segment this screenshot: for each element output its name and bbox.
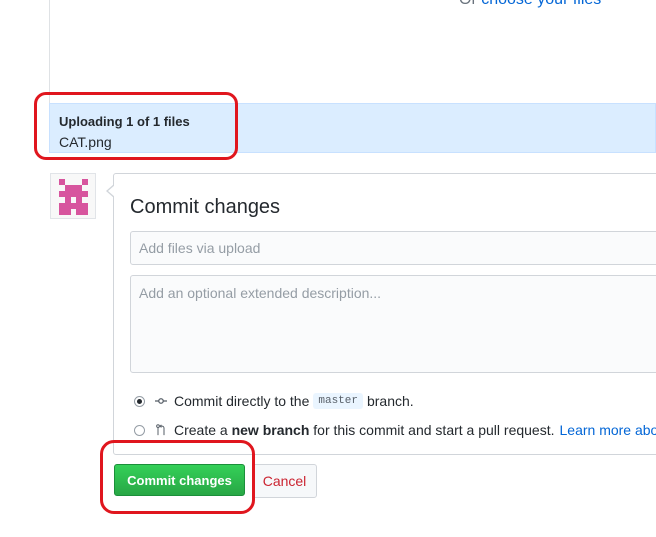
commit-form-title: Commit changes bbox=[130, 196, 281, 218]
commit-direct-prefix: Commit directly to the bbox=[174, 393, 310, 409]
choose-files-line: Or choose your files bbox=[459, 0, 601, 9]
commit-form: Commit changes Commit directly to the ma… bbox=[106, 173, 656, 455]
annotation-commit-highlight bbox=[100, 440, 255, 514]
cancel-button[interactable]: Cancel bbox=[252, 464, 317, 498]
commit-description-input[interactable] bbox=[130, 275, 656, 373]
file-drop-area[interactable] bbox=[49, 0, 656, 103]
new-branch-bold: new branch bbox=[231, 422, 310, 438]
learn-more-link[interactable]: Learn more abo bbox=[560, 422, 656, 438]
or-text: Or bbox=[459, 0, 477, 8]
avatar bbox=[50, 173, 96, 219]
commit-direct-option[interactable]: Commit directly to the master branch. bbox=[134, 393, 414, 409]
new-branch-option[interactable]: Create a new branch for this commit and … bbox=[134, 422, 656, 438]
new-branch-suffix: for this commit and start a pull request… bbox=[313, 422, 555, 438]
new-branch-prefix: Create a bbox=[174, 422, 228, 438]
branch-name: master bbox=[313, 393, 363, 409]
commit-direct-radio[interactable] bbox=[134, 395, 145, 407]
new-branch-radio[interactable] bbox=[134, 424, 145, 436]
commit-direct-suffix: branch. bbox=[366, 393, 414, 409]
git-commit-icon bbox=[155, 398, 167, 404]
choose-files-link[interactable]: choose your files bbox=[481, 0, 601, 8]
annotation-upload-highlight bbox=[34, 92, 238, 160]
commit-summary-input[interactable] bbox=[130, 231, 656, 265]
git-pull-request-icon bbox=[156, 424, 165, 436]
